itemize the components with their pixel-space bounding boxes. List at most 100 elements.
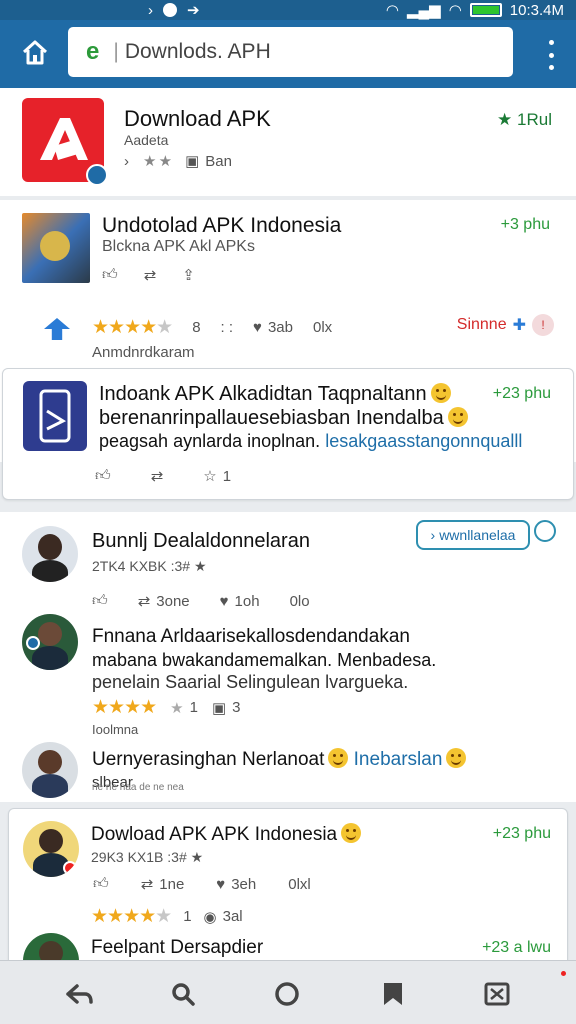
app-meta-row: › ★ ★ ▣ Ban bbox=[124, 152, 232, 171]
wifi-icon-2: ◠ bbox=[448, 2, 462, 19]
post3-title: Dowload APK APK Indonesia bbox=[91, 823, 362, 846]
post3-stats: ★★★★★ 1 ◉ 3al bbox=[91, 905, 243, 928]
verified-badge-icon bbox=[86, 164, 108, 186]
share-button[interactable]: ⇪ bbox=[182, 266, 195, 284]
repost-button[interactable]: ⇄ 1ne bbox=[140, 875, 185, 894]
browser-toolbar: e | Downlods. APH bbox=[0, 20, 576, 88]
post2-app-icon[interactable] bbox=[23, 381, 87, 451]
post1-footer: Anmdnrdkaram bbox=[92, 344, 195, 361]
star-outline-icon: ★ bbox=[170, 699, 184, 717]
bookmark-icon: ▣ bbox=[211, 699, 227, 717]
post1-badge: Sinnne ✚ ! bbox=[457, 314, 554, 336]
feed-item1-views: 0lo bbox=[289, 592, 310, 610]
emoji-icon bbox=[430, 383, 451, 403]
feed-item3-link[interactable]: Inebarslan bbox=[354, 749, 443, 770]
back-button[interactable] bbox=[64, 979, 94, 1009]
star-count: ★ 1 bbox=[170, 699, 198, 717]
post2-link[interactable]: lesakgaasstangonnqualll bbox=[325, 431, 522, 451]
home-button[interactable] bbox=[18, 36, 52, 70]
heart-icon: ♥ bbox=[219, 592, 229, 610]
post-card-2: Indoank APK Alkadidtan Taqpnaltann beren… bbox=[2, 368, 574, 500]
overflow-menu-button[interactable] bbox=[546, 40, 556, 70]
live-badge-icon bbox=[63, 861, 77, 875]
wifi-icon: ◠ bbox=[385, 2, 399, 19]
bottom-navigation bbox=[0, 960, 576, 1024]
save-button[interactable]: ▣ 3 bbox=[212, 699, 241, 717]
post1-rating-stars: ★★★★★ bbox=[92, 317, 173, 338]
avatar[interactable] bbox=[22, 614, 78, 670]
battery-icon bbox=[469, 3, 502, 17]
heart-button[interactable]: ♥ 1oh bbox=[220, 593, 260, 610]
avatar[interactable] bbox=[23, 933, 79, 960]
repost-button[interactable]: ⇄ bbox=[151, 467, 164, 485]
post3-badge: ◉ 3al bbox=[203, 908, 243, 926]
chat-icon: ◉ bbox=[203, 908, 217, 926]
share-icon: ⇪ bbox=[182, 267, 195, 284]
repost-icon: ⇄ bbox=[140, 876, 154, 893]
post1-time: +3 phu bbox=[500, 216, 550, 233]
post1-title: Undotolad APK Indonesia bbox=[102, 214, 342, 237]
signal-icon: ▂▄▆ bbox=[407, 2, 441, 19]
post3-meta: 29K3 KX1B :3# ★ bbox=[91, 849, 204, 865]
phone-icon bbox=[39, 389, 71, 443]
star-outline-icon: ☆ bbox=[203, 468, 217, 485]
tag-icon: ▣ bbox=[185, 153, 200, 170]
like-button[interactable]: 👍︎ bbox=[93, 875, 109, 893]
repost-icon: ⇄ bbox=[143, 267, 157, 284]
post1-stats: ★★★★★ 8 : : ♥ 3ab 0lx bbox=[92, 316, 332, 339]
heart-button[interactable]: ♥ 3eh bbox=[216, 876, 256, 893]
post-card-3: Dowload APK APK Indonesia 29K3 KX1B :3# … bbox=[8, 808, 568, 960]
tabs-nav-button[interactable] bbox=[482, 979, 512, 1009]
browser-logo-icon: e bbox=[86, 38, 100, 65]
avatar[interactable] bbox=[22, 742, 78, 798]
rating-stars: ★ ★ bbox=[143, 153, 172, 170]
feed-item1-meta: 2TK4 KXBK :3# ★ bbox=[92, 558, 207, 574]
back-arrow-icon bbox=[66, 984, 93, 1004]
post1-badge-label: Sinnne bbox=[456, 316, 507, 333]
search-icon bbox=[172, 983, 195, 1006]
avatar[interactable] bbox=[23, 821, 79, 877]
post1-stars-label: 8 bbox=[192, 319, 201, 336]
like-button[interactable]: 👍︎ bbox=[102, 266, 118, 284]
post3-next-time: +23 a lwu bbox=[482, 939, 551, 956]
address-bar[interactable]: e | Downlods. APH bbox=[68, 27, 513, 77]
emoji-icon bbox=[328, 748, 349, 768]
post1-shares: 0lx bbox=[312, 319, 333, 336]
chevron-right-icon: › bbox=[148, 1, 153, 19]
search-nav-button[interactable] bbox=[168, 979, 198, 1009]
post3-time: +23 phu bbox=[492, 825, 551, 842]
follow-button[interactable]: › wwnllanelaa bbox=[416, 520, 530, 550]
post1-thumbnail[interactable] bbox=[22, 213, 90, 283]
emoji-icon bbox=[446, 748, 467, 768]
feed-item2-footer: Ioolmna bbox=[92, 722, 139, 737]
repost-button[interactable]: ⇄ bbox=[144, 266, 157, 284]
feed-item2-line3: penelain Saarial Selingulean lvargueka. bbox=[92, 672, 409, 692]
star-button[interactable]: ☆ 1 bbox=[203, 467, 231, 486]
post1-actions: 👍︎ ⇄ ⇪ bbox=[102, 266, 195, 284]
like-button[interactable]: 👍︎ bbox=[92, 592, 108, 610]
status-bar: › ➔ ◠ ▂▄▆ ◠ 10:3.4M bbox=[0, 0, 576, 20]
clock: 10:3.4M bbox=[509, 1, 564, 19]
notification-icon[interactable]: ! bbox=[532, 314, 554, 336]
post1-brand-icon bbox=[44, 318, 70, 340]
app-logo[interactable] bbox=[22, 98, 108, 186]
post2-actions: 👍︎ ⇄ ☆ 1 bbox=[95, 467, 231, 485]
repost-button[interactable]: ⇄ 3one bbox=[138, 592, 190, 611]
status-left: › ➔ bbox=[148, 0, 200, 20]
comment-button[interactable]: ♥ 3ab bbox=[253, 319, 293, 336]
star-icon: ★ bbox=[193, 558, 207, 574]
arrow-right-icon: › bbox=[430, 527, 436, 543]
like-button[interactable]: 👍︎ bbox=[95, 467, 111, 485]
feed-item2-stats: ★★★★ ★ 1 ▣ 3 bbox=[92, 696, 240, 719]
avatar[interactable] bbox=[22, 526, 78, 582]
star-icon: ★ bbox=[190, 849, 204, 865]
comment-icon: ♥ bbox=[253, 319, 262, 336]
post2-line2: berenanrinpallauesebiasban Inendalba bbox=[99, 407, 468, 430]
notification-dot bbox=[561, 971, 566, 976]
status-right: ◠ ▂▄▆ ◠ 10:3.4M bbox=[386, 0, 564, 20]
chat-bubble-icon[interactable] bbox=[534, 520, 556, 542]
bookmarks-nav-button[interactable] bbox=[378, 979, 408, 1009]
home-nav-button[interactable] bbox=[272, 979, 302, 1009]
feed-item3-line3: ne ne naa de ne nea bbox=[92, 782, 184, 793]
url-text: Downlods. APH bbox=[124, 40, 271, 63]
